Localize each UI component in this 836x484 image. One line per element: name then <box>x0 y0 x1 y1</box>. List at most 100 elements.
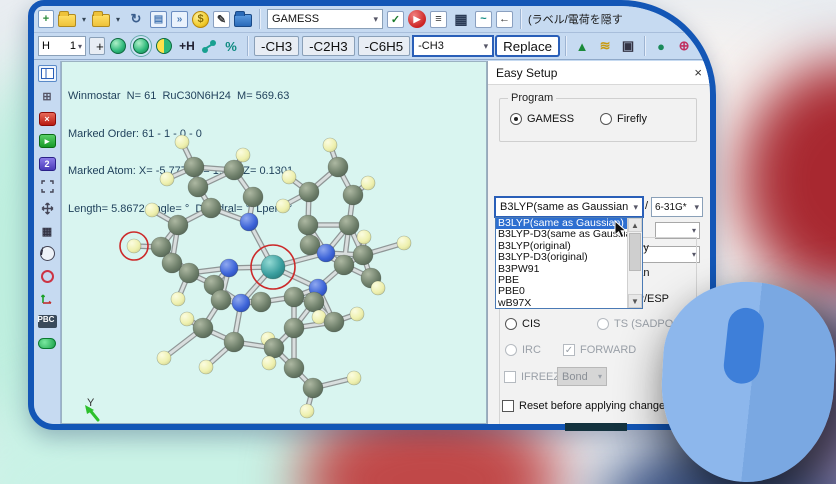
dropdown-scrollbar[interactable]: ▲ ▼ <box>627 218 642 308</box>
mark-circle-icon[interactable] <box>40 269 54 283</box>
radio-firefly-label: Firefly <box>617 113 647 125</box>
replace-atom-sphere-icon[interactable] <box>133 38 149 54</box>
method-select[interactable]: B3LYP(same as Gaussian ▾ <box>495 197 643 217</box>
mouse-scroll-wheel <box>722 306 766 386</box>
save-as-icon[interactable]: » <box>171 10 188 28</box>
ifreez-type-value: Bond <box>562 370 588 383</box>
bond-icon[interactable] <box>200 37 218 55</box>
move-view-icon[interactable] <box>38 200 57 217</box>
method-basis-separator: / <box>645 200 649 212</box>
new-file-icon[interactable]: + <box>38 10 54 28</box>
job-check-icon[interactable]: ✓ <box>387 10 404 28</box>
delete-marker-icon[interactable]: × <box>38 111 56 126</box>
ifreez-type-select: Bond ▾ <box>557 367 607 386</box>
working-folder-icon[interactable] <box>234 11 252 27</box>
radio-dot <box>510 113 522 125</box>
export-file-dropdown-icon[interactable]: ▾ <box>114 15 122 24</box>
fragment-c6h5-button[interactable]: -C6H5 <box>357 36 411 56</box>
import-icon[interactable]: ← <box>496 10 513 28</box>
tile-windows-icon[interactable]: ⊞ <box>38 88 57 105</box>
main-toolbar: + ▾ ▾ ↻ ▤ » $ ✎ GAMESS ▾ ✓ ▶ ≡ ▦ ~ ← (ラベ… <box>34 6 710 33</box>
open-file-icon[interactable] <box>58 11 76 27</box>
chevron-down-icon: ▾ <box>77 41 82 51</box>
dropdown-item[interactable]: B3LYP(original) <box>496 241 642 252</box>
joystick-icon[interactable]: ▲ <box>572 36 592 56</box>
percent-icon[interactable]: % <box>221 36 241 56</box>
fragment-select-value: -CH3 <box>418 40 444 52</box>
scroll-up-icon[interactable]: ▲ <box>628 218 642 232</box>
edit-keywords-icon[interactable]: ✎ <box>213 10 230 28</box>
add-hydrogen-icon[interactable]: +H <box>177 36 197 56</box>
element-spinner[interactable]: H 1 ▾ <box>38 36 86 56</box>
molecule-canvas[interactable]: Y <box>62 62 487 424</box>
hide-labels-charges-label[interactable]: (ラベル/電荷を隠す <box>528 11 623 27</box>
chevron-down-icon: ▾ <box>373 13 378 24</box>
dropdown-item[interactable]: PBE <box>496 275 642 286</box>
scrollbar-thumb[interactable] <box>629 233 641 271</box>
view-2-icon[interactable]: 2 <box>38 156 56 171</box>
grid-icon[interactable]: ▦ <box>38 223 57 240</box>
winmostar-window: + ▾ ▾ ↻ ▤ » $ ✎ GAMESS ▾ ✓ ▶ ≡ ▦ ~ ← (ラベ… <box>28 0 716 430</box>
checkbox-ifreez: IFREEZ <box>504 371 560 383</box>
checkbox-ifreez-label: IFREEZ <box>521 371 561 383</box>
panel-layout-icon[interactable] <box>37 65 57 82</box>
cell-cube-icon[interactable]: ▣ <box>618 36 638 56</box>
run-icon[interactable]: ▶ <box>408 10 426 28</box>
change-element-icon[interactable] <box>156 38 172 54</box>
optimize-ball-icon[interactable]: ● <box>651 36 671 56</box>
checkbox-forward-label: FORWARD <box>580 344 637 356</box>
close-icon[interactable]: × <box>694 65 702 80</box>
element-count: 1 <box>69 40 76 52</box>
chart-icon[interactable]: ~ <box>475 10 492 28</box>
axes-icon[interactable] <box>38 290 57 307</box>
play-marker-icon[interactable]: ▸ <box>38 134 56 148</box>
info-icon[interactable]: i <box>39 246 55 261</box>
fit-view-icon[interactable] <box>38 178 57 195</box>
fragment-c2h3-button[interactable]: -C2H3 <box>302 36 355 56</box>
animation-icon[interactable]: ▦ <box>451 9 471 29</box>
method-dropdown-list[interactable]: B3LYP(same as Gaussian) B3LYP-D3(same as… <box>495 217 643 309</box>
dropdown-item[interactable]: wB97X <box>496 298 642 309</box>
checkbox-reset[interactable]: Reset before applying changes <box>502 400 671 412</box>
open-file-dropdown-icon[interactable]: ▾ <box>80 15 88 24</box>
radio-gamess[interactable]: GAMESS <box>510 113 574 125</box>
radio-dot <box>600 113 612 125</box>
charge-icon[interactable]: $ <box>192 10 209 28</box>
fragment-select[interactable]: -CH3 ▾ <box>413 36 494 56</box>
radio-cis[interactable]: CIS <box>505 318 540 330</box>
radio-cis-label: CIS <box>522 318 541 330</box>
mouse-body <box>656 277 836 484</box>
add-atom-sphere-icon[interactable] <box>110 38 126 54</box>
method-select-value: B3LYP(same as Gaussian <box>500 201 629 213</box>
checkbox-box <box>502 400 514 412</box>
dropdown-item[interactable]: PBE0 <box>496 286 642 297</box>
dropdown-item[interactable]: B3PW91 <box>496 264 642 275</box>
refresh-icon[interactable]: ↻ <box>126 9 146 29</box>
toolbar-separator <box>565 36 567 56</box>
save-icon[interactable]: ▤ <box>150 10 167 28</box>
add-charge-icon[interactable]: ⊕ <box>674 36 694 56</box>
basis-select[interactable]: 6-31G* ▾ <box>651 197 703 217</box>
mouse-illustration <box>648 268 836 484</box>
replace-button[interactable]: Replace <box>496 36 560 56</box>
program-group-label: Program <box>508 92 557 104</box>
engine-select[interactable]: GAMESS ▾ <box>267 9 383 29</box>
add-atom-button[interactable]: + <box>89 37 105 55</box>
scroll-down-icon[interactable]: ▼ <box>628 294 642 308</box>
toggle-icon[interactable] <box>38 338 56 349</box>
export-file-icon[interactable] <box>92 11 110 27</box>
toolbar-separator <box>259 9 260 29</box>
view-sidebar: ⊞ × ▸ 2 ▦ i PBC <box>34 61 61 424</box>
toolbar-separator <box>644 36 646 56</box>
toolbar-separator <box>247 36 248 56</box>
radio-firefly[interactable]: Firefly <box>600 113 647 125</box>
radio-gamess-label: GAMESS <box>527 113 575 125</box>
cleanup-broom-icon[interactable]: ≋ <box>595 36 615 56</box>
log-icon[interactable]: ≡ <box>430 10 447 28</box>
engine-select-value: GAMESS <box>272 13 320 25</box>
pbc-icon[interactable]: PBC <box>37 314 57 328</box>
molecule-viewport[interactable]: Winmostar N= 61 RuC30N6H24 M= 569.63 Mar… <box>61 61 487 424</box>
basis-select-value: 6-31G* <box>655 201 687 213</box>
dropdown-item[interactable]: B3LYP-D3(original) <box>496 252 642 263</box>
fragment-ch3-button[interactable]: -CH3 <box>254 36 300 56</box>
